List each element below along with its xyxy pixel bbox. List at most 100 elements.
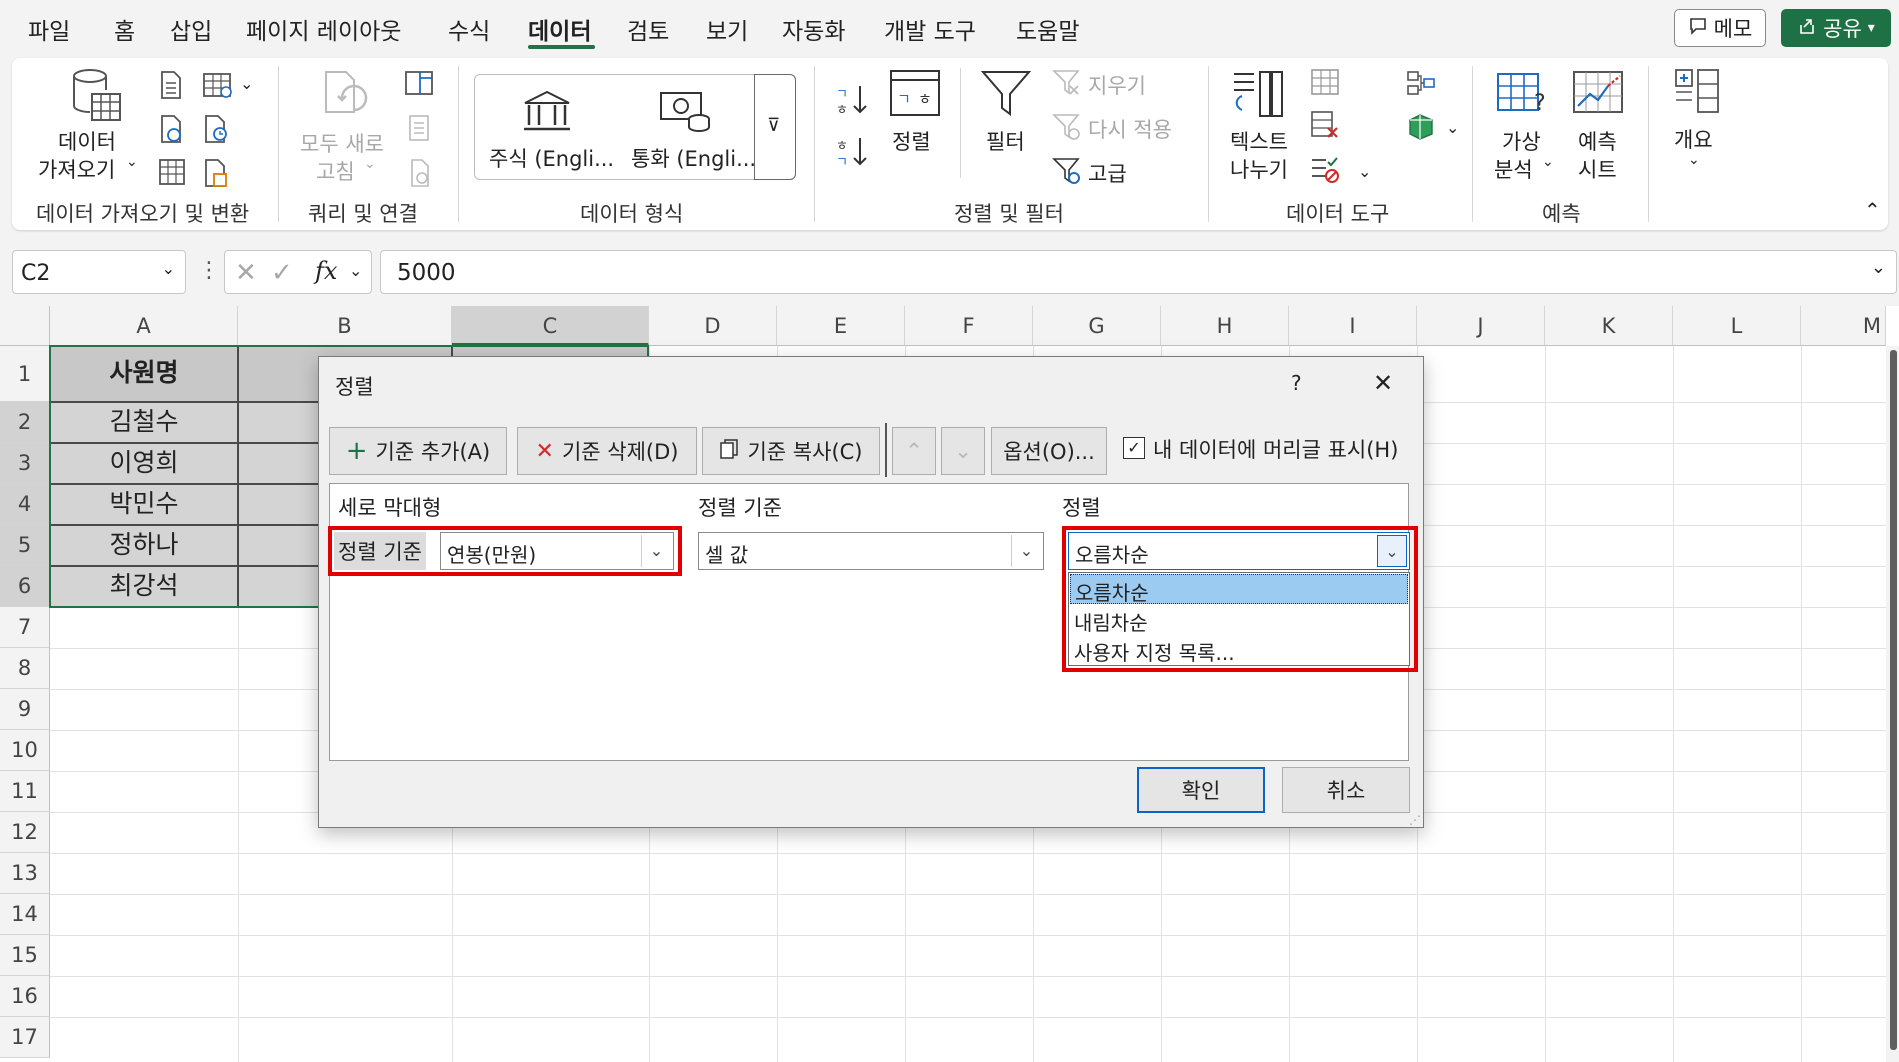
reapply-label: 다시 적용 — [1088, 118, 1172, 142]
close-icon[interactable]: ✕ — [1373, 369, 1393, 397]
column-header-m[interactable]: M — [1801, 306, 1886, 346]
cell-a3[interactable]: 이영희 — [50, 443, 238, 484]
data-validation-icon[interactable] — [1310, 154, 1340, 188]
row-header-14[interactable]: 14 — [0, 894, 50, 935]
memo-button[interactable]: 메모 — [1674, 9, 1766, 47]
column-header-g[interactable]: G — [1033, 306, 1161, 346]
remove-duplicates-icon[interactable] — [1310, 110, 1340, 144]
recent-sources-icon[interactable] — [202, 114, 232, 148]
tab-file[interactable]: 파일 — [28, 12, 70, 46]
chevron-down-icon[interactable]: ⌄ — [1358, 162, 1371, 181]
table-range-icon[interactable] — [158, 158, 186, 190]
tab-formulas[interactable]: 수식 — [448, 12, 490, 46]
ok-button[interactable]: 확인 — [1137, 767, 1265, 813]
row-header-7[interactable]: 7 — [0, 607, 50, 648]
row-header-2[interactable]: 2 — [0, 402, 50, 443]
tab-review[interactable]: 검토 — [627, 12, 669, 46]
cell-a6[interactable]: 최강석 — [50, 566, 238, 607]
column-header-d[interactable]: D — [649, 306, 777, 346]
chevron-down-icon[interactable]: ⌄ — [162, 259, 175, 278]
name-box[interactable]: C2 ⌄ — [12, 250, 186, 294]
chevron-down-icon[interactable]: ⌄ — [349, 261, 362, 280]
gallery-more-button[interactable]: ⊽ — [754, 74, 796, 180]
web-icon[interactable] — [158, 114, 184, 148]
tab-data[interactable]: 데이터 — [528, 12, 591, 46]
move-down-button[interactable]: ⌄ — [941, 427, 985, 475]
ribbon-separator — [278, 66, 279, 222]
scrollbar-thumb[interactable] — [1890, 350, 1897, 1050]
tab-help[interactable]: 도움말 — [1016, 12, 1079, 46]
column-header-j[interactable]: J — [1417, 306, 1545, 346]
header-checkbox[interactable]: ✓ — [1123, 437, 1145, 459]
row-header-1[interactable]: 1 — [0, 346, 50, 402]
row-header-17[interactable]: 17 — [0, 1017, 50, 1058]
row-header-10[interactable]: 10 — [0, 730, 50, 771]
row-header-3[interactable]: 3 — [0, 443, 50, 484]
cell-a5[interactable]: 정하나 — [50, 525, 238, 566]
row-header-4[interactable]: 4 — [0, 484, 50, 525]
tab-view[interactable]: 보기 — [706, 12, 748, 46]
resize-grip-icon[interactable]: ⋰ — [1409, 813, 1421, 827]
sort-ascending-icon[interactable]: ㄱㅎ — [834, 82, 868, 122]
cell-a1[interactable]: 사원명 — [50, 346, 238, 402]
tab-insert[interactable]: 삽입 — [170, 12, 212, 46]
cancel-button[interactable]: 취소 — [1282, 767, 1410, 813]
row-header-6[interactable]: 6 — [0, 566, 50, 607]
data-model-icon[interactable] — [1406, 112, 1436, 146]
delete-level-button[interactable]: ✕ 기준 삭제(D) — [517, 427, 697, 475]
expand-formula-icon[interactable]: ⌄ — [1871, 257, 1886, 278]
collapse-ribbon-icon[interactable]: ⌃ — [1864, 198, 1881, 222]
tab-developer[interactable]: 개발 도구 — [884, 12, 976, 46]
column-header-h[interactable]: H — [1161, 306, 1289, 346]
consolidate-icon[interactable] — [1406, 70, 1436, 100]
column-header-k[interactable]: K — [1545, 306, 1673, 346]
insert-function-icon[interactable]: fx — [315, 257, 337, 285]
row-header-11[interactable]: 11 — [0, 771, 50, 812]
sort-descending-icon[interactable]: ㅎㄱ — [834, 134, 868, 174]
from-web-table-icon[interactable] — [202, 70, 236, 104]
select-all-corner[interactable] — [0, 306, 50, 346]
cancel-entry-icon[interactable]: ✕ — [235, 258, 257, 288]
column-header-c[interactable]: C — [452, 306, 649, 346]
options-button[interactable]: 옵션(O)... — [991, 427, 1107, 475]
existing-connections-icon[interactable] — [202, 158, 230, 192]
column-header-b[interactable]: B — [238, 306, 452, 346]
confirm-entry-icon[interactable]: ✓ — [271, 258, 293, 288]
row-header-13[interactable]: 13 — [0, 853, 50, 894]
tab-home[interactable]: 홈 — [114, 12, 135, 46]
cell-a2[interactable]: 김철수 — [50, 402, 238, 443]
copy-level-button[interactable]: 기준 복사(C) — [702, 427, 880, 475]
formula-input[interactable]: 5000 ⌄ — [380, 250, 1897, 294]
chevron-down-icon[interactable]: ⌄ — [1446, 118, 1459, 137]
cell-a4[interactable]: 박민수 — [50, 484, 238, 525]
row-header-8[interactable]: 8 — [0, 648, 50, 689]
sort-on-select[interactable]: 셀 값 ⌄ — [698, 532, 1044, 570]
forecast-label: 예측 — [1578, 130, 1617, 154]
row-header-16[interactable]: 16 — [0, 976, 50, 1017]
move-up-button[interactable]: ⌃ — [892, 427, 936, 475]
row-header-9[interactable]: 9 — [0, 689, 50, 730]
edit-links-icon[interactable] — [408, 158, 432, 192]
share-button[interactable]: 공유 ▾ — [1781, 9, 1891, 47]
tab-automate[interactable]: 자동화 — [782, 12, 845, 46]
row-header-12[interactable]: 12 — [0, 812, 50, 853]
chevron-down-icon: ⌄ — [954, 439, 972, 463]
add-level-button[interactable]: + 기준 추가(A) — [329, 427, 507, 475]
ribbon-separator — [1648, 66, 1649, 222]
more-options-icon[interactable]: ⋮ — [198, 258, 220, 283]
copy-level-label: 기준 복사(C) — [747, 440, 863, 464]
tab-page-layout[interactable]: 페이지 레이아웃 — [246, 12, 401, 46]
column-header-i[interactable]: I — [1289, 306, 1417, 346]
row-header-15[interactable]: 15 — [0, 935, 50, 976]
text-csv-icon[interactable] — [158, 70, 184, 104]
flash-fill-icon[interactable] — [1310, 68, 1340, 100]
queries-connections-icon[interactable] — [404, 70, 434, 100]
column-header-e[interactable]: E — [777, 306, 905, 346]
chevron-down-icon[interactable]: ⌄ — [240, 74, 253, 93]
column-header-l[interactable]: L — [1673, 306, 1801, 346]
row-header-5[interactable]: 5 — [0, 525, 50, 566]
column-header-f[interactable]: F — [905, 306, 1033, 346]
column-header-a[interactable]: A — [50, 306, 238, 346]
help-icon[interactable]: ? — [1291, 371, 1302, 395]
properties-icon[interactable] — [408, 114, 430, 146]
